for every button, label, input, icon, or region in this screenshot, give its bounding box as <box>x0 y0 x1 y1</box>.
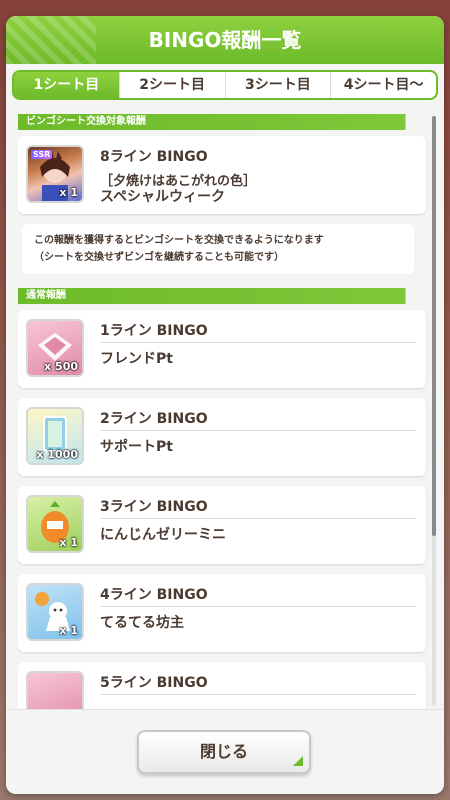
reward-name: にんじんゼリーミニ <box>100 527 226 543</box>
divider <box>100 694 416 695</box>
support-card-icon: SSR x 1 <box>26 145 84 203</box>
reward-card-4-line[interactable]: x 1 4ライン BINGO てるてる坊主 <box>18 574 426 652</box>
reward-qty: x 1 <box>59 536 78 549</box>
carrot-jelly-icon: x 1 <box>26 495 84 553</box>
divider <box>100 430 416 431</box>
close-button[interactable]: 閉じる <box>137 730 311 774</box>
reward-card-8-line[interactable]: SSR x 1 8ライン BINGO ［夕焼けはあこがれの色］ スペシャルウィー… <box>18 136 426 214</box>
tab-sheet-3[interactable]: 3シート目 <box>224 72 331 98</box>
divider <box>100 606 416 607</box>
rewards-list[interactable]: ビンゴシート交換対象報酬 SSR x 1 8ライン BINGO ［夕焼けはあこが… <box>18 112 430 710</box>
line-title: 1ライン BINGO <box>100 323 208 339</box>
tab-sheet-2[interactable]: 2シート目 <box>118 72 225 98</box>
line-title: 3ライン BINGO <box>100 499 208 515</box>
reward-card-3-line[interactable]: x 1 3ライン BINGO にんじんゼリーミニ <box>18 486 426 564</box>
bingo-rewards-dialog: BINGO報酬一覧 1シート目 2シート目 3シート目 4シート目〜 ビンゴシー… <box>6 16 444 794</box>
reward-qty: x 500 <box>44 360 78 373</box>
normal-section-header: 通常報酬 <box>18 288 430 304</box>
support-pt-icon: x 1000 <box>26 407 84 465</box>
teru-teru-bozu-icon: x 1 <box>26 583 84 641</box>
line-title: 5ライン BINGO <box>100 675 208 691</box>
ssr-badge: SSR <box>31 150 53 159</box>
notice-line-1: この報酬を獲得するとビンゴシートを交換できるようになります <box>34 235 324 246</box>
line-title: 8ライン BINGO <box>100 149 208 165</box>
line-title: 2ライン BINGO <box>100 411 208 427</box>
handshake-icon: x 500 <box>26 319 84 377</box>
divider <box>100 518 416 519</box>
divider <box>100 342 416 343</box>
reward-card-2-line[interactable]: x 1000 2ライン BINGO サポートPt <box>18 398 426 476</box>
tab-sheet-4-plus[interactable]: 4シート目〜 <box>330 72 436 98</box>
exchange-section-header: ビンゴシート交換対象報酬 <box>18 114 430 130</box>
reward-qty: x 1 <box>59 624 78 637</box>
reward-name: フレンドPt <box>100 351 173 367</box>
line-title: 4ライン BINGO <box>100 587 208 603</box>
dialog-footer: 閉じる <box>6 709 444 794</box>
scrollbar-thumb[interactable] <box>432 116 436 536</box>
dialog-title: BINGO報酬一覧 <box>6 16 444 64</box>
tab-sheet-1[interactable]: 1シート目 <box>14 72 119 98</box>
reward-name: てるてる坊主 <box>100 615 184 631</box>
reward-icon <box>26 671 84 710</box>
reward-qty: x 1000 <box>36 448 78 461</box>
reward-qty: x 1 <box>59 186 78 199</box>
reward-card-1-line[interactable]: x 500 1ライン BINGO フレンドPt <box>18 310 426 388</box>
reward-name: サポートPt <box>100 439 173 455</box>
reward-card-5-line[interactable]: 5ライン BINGO <box>18 662 426 710</box>
notice-line-2: （シートを交換せずビンゴを継続することも可能です） <box>34 252 284 263</box>
sheet-tabs: 1シート目 2シート目 3シート目 4シート目〜 <box>12 70 438 100</box>
reward-name: スペシャルウィーク <box>100 189 226 205</box>
exchange-notice: この報酬を獲得するとビンゴシートを交換できるようになります （シートを交換せずビ… <box>22 224 414 274</box>
